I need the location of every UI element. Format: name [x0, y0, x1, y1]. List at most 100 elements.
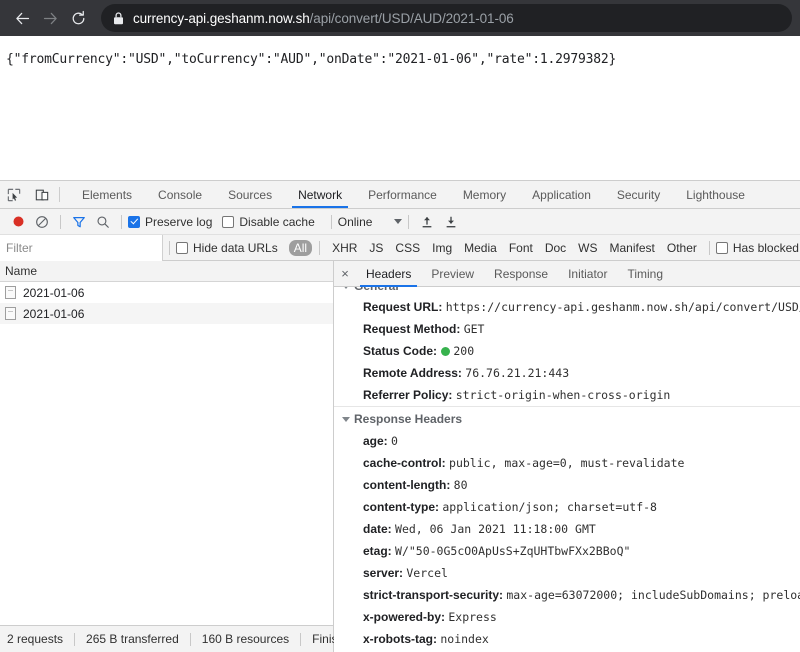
header-name: content-type: — [363, 500, 439, 514]
toolbar-divider — [408, 215, 409, 229]
export-har-button[interactable] — [439, 212, 463, 232]
hide-data-urls-label: Hide data URLs — [193, 241, 278, 255]
general-section-header[interactable]: General — [334, 287, 800, 296]
network-filterbar: Hide data URLs All XHR JS CSS Img Media … — [0, 235, 800, 261]
address-bar[interactable]: currency-api.geshanm.now.sh/api/convert/… — [101, 4, 792, 32]
header-value: GET — [464, 322, 485, 336]
close-icon[interactable]: × — [334, 261, 356, 286]
reload-icon — [70, 10, 87, 27]
header-value: Vercel — [406, 566, 448, 580]
header-value: W/"50-0G5cO0ApUsS+ZqUHTbwFXx2BBoQ" — [395, 544, 630, 558]
tab-security[interactable]: Security — [604, 181, 673, 208]
tab-performance[interactable]: Performance — [355, 181, 450, 208]
headers-content: General Request URL: https://currency-ap… — [334, 287, 800, 652]
filter-type-img[interactable]: Img — [427, 240, 457, 256]
filter-type-xhr[interactable]: XHR — [327, 240, 362, 256]
header-value: strict-origin-when-cross-origin — [456, 388, 671, 402]
request-name: 2021-01-06 — [23, 307, 84, 321]
general-request-url: Request URL: https://currency-api.geshan… — [334, 296, 800, 318]
clear-icon — [35, 215, 49, 229]
response-header-content-type: content-type: application/json; charset=… — [334, 496, 800, 518]
tab-lighthouse[interactable]: Lighthouse — [673, 181, 758, 208]
filter-type-other[interactable]: Other — [662, 240, 702, 256]
detail-tabbar: × Headers Preview Response Initiator Tim… — [334, 261, 800, 287]
header-value: Express — [448, 610, 496, 624]
filter-type-all[interactable]: All — [289, 240, 312, 256]
filter-type-font[interactable]: Font — [504, 240, 538, 256]
record-button[interactable] — [6, 212, 30, 232]
request-list: 2021-01-06 2021-01-06 — [0, 282, 333, 625]
filter-type-ws[interactable]: WS — [573, 240, 602, 256]
header-name: cache-control: — [363, 456, 446, 470]
response-header-server: server: Vercel — [334, 562, 800, 584]
preserve-log-box — [128, 216, 140, 228]
inspect-element-button[interactable] — [0, 181, 28, 208]
tab-response[interactable]: Response — [484, 261, 558, 286]
import-har-button[interactable] — [415, 212, 439, 232]
filter-toggle-button[interactable] — [67, 212, 91, 232]
tab-preview[interactable]: Preview — [421, 261, 484, 286]
tab-initiator[interactable]: Initiator — [558, 261, 617, 286]
browser-chrome: currency-api.geshanm.now.sh/api/convert/… — [0, 0, 800, 36]
tab-headers[interactable]: Headers — [356, 261, 421, 286]
header-value: public, max-age=0, must-revalidate — [449, 456, 684, 470]
header-value: max-age=63072000; includeSubDomains; pre… — [506, 588, 800, 602]
device-toolbar-icon — [35, 188, 49, 202]
document-icon — [5, 307, 16, 320]
header-name: x-robots-tag: — [363, 632, 437, 646]
network-statusbar: 2 requests 265 B transferred 160 B resou… — [0, 625, 333, 652]
request-list-column-header: Name — [0, 261, 333, 282]
has-blocked-cookies-box — [716, 242, 728, 254]
general-status-code: Status Code: 200 — [334, 340, 800, 362]
header-value: application/json; charset=utf-8 — [442, 500, 657, 514]
disable-cache-checkbox[interactable]: Disable cache — [222, 215, 314, 229]
forward-button[interactable] — [36, 4, 64, 32]
preserve-log-checkbox[interactable]: Preserve log — [128, 215, 212, 229]
filter-type-js[interactable]: JS — [364, 240, 388, 256]
response-header-cache-control: cache-control: public, max-age=0, must-r… — [334, 452, 800, 474]
request-list-pane: Name 2021-01-06 2021-01-06 2 requests 26… — [0, 261, 334, 652]
filter-type-doc[interactable]: Doc — [540, 240, 571, 256]
tab-timing[interactable]: Timing — [617, 261, 673, 286]
tab-network[interactable]: Network — [285, 181, 355, 208]
header-value: 80 — [454, 478, 468, 492]
search-button[interactable] — [91, 212, 115, 232]
has-blocked-cookies-label: Has blocked cookies — [733, 241, 800, 255]
hide-data-urls-box — [176, 242, 188, 254]
devtools-panel-tabs: Elements Console Sources Network Perform… — [69, 181, 758, 208]
table-row[interactable]: 2021-01-06 — [0, 282, 333, 303]
disable-cache-label: Disable cache — [239, 215, 314, 229]
header-name: Status Code: — [363, 344, 437, 358]
back-button[interactable] — [8, 4, 36, 32]
response-headers-section-header[interactable]: Response Headers — [334, 406, 800, 430]
preserve-log-label: Preserve log — [145, 215, 212, 229]
toggle-device-toolbar-button[interactable] — [28, 181, 56, 208]
filter-type-css[interactable]: CSS — [390, 240, 425, 256]
request-name: 2021-01-06 — [23, 286, 84, 300]
filter-type-media[interactable]: Media — [459, 240, 502, 256]
tab-elements[interactable]: Elements — [69, 181, 145, 208]
forward-arrow-icon — [42, 10, 59, 27]
tab-sources[interactable]: Sources — [215, 181, 285, 208]
hide-data-urls-checkbox[interactable]: Hide data URLs — [176, 241, 278, 255]
clear-button[interactable] — [30, 212, 54, 232]
back-arrow-icon — [14, 10, 31, 27]
toolbar-divider — [331, 215, 332, 229]
tab-console[interactable]: Console — [145, 181, 215, 208]
status-divider — [190, 633, 191, 646]
response-header-strict-transport-security: strict-transport-security: max-age=63072… — [334, 584, 800, 606]
filter-input[interactable] — [0, 235, 163, 261]
filter-type-manifest[interactable]: Manifest — [605, 240, 660, 256]
table-row[interactable]: 2021-01-06 — [0, 303, 333, 324]
tab-application[interactable]: Application — [519, 181, 604, 208]
header-value: https://currency-api.geshanm.now.sh/api/… — [446, 300, 800, 314]
has-blocked-cookies-checkbox[interactable]: Has blocked cookies — [716, 241, 800, 255]
reload-button[interactable] — [64, 4, 92, 32]
header-name: age: — [363, 434, 388, 448]
header-name: Request Method: — [363, 322, 460, 336]
url-text: currency-api.geshanm.now.sh/api/convert/… — [133, 11, 514, 26]
chevron-down-icon — [342, 287, 350, 289]
response-header-age: age: 0 — [334, 430, 800, 452]
tab-memory[interactable]: Memory — [450, 181, 519, 208]
throttle-select[interactable]: Online — [338, 215, 403, 229]
